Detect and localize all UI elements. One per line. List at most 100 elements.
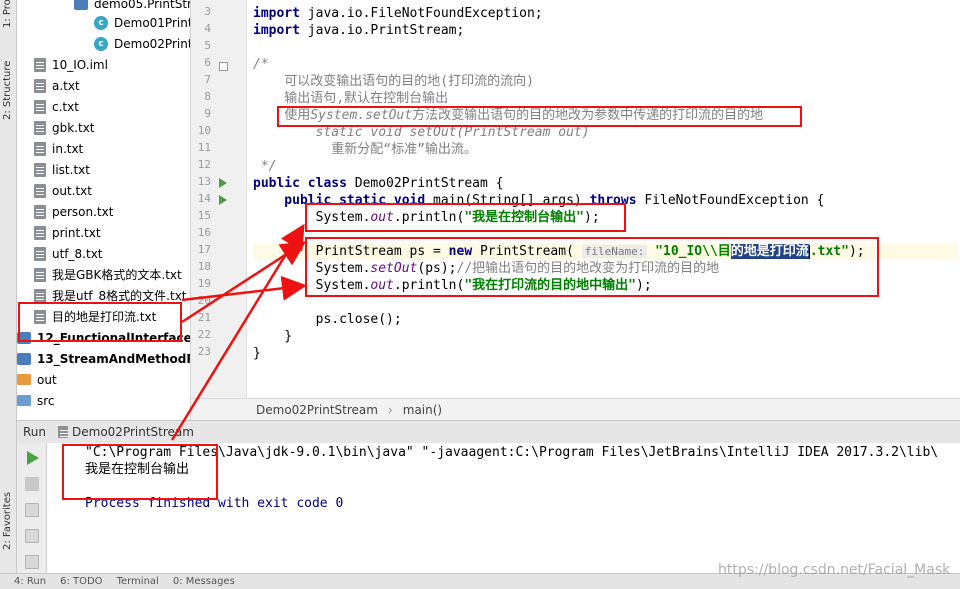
run-tool-button[interactable]: 4: Run bbox=[14, 576, 46, 587]
console-output-line: 我是在控制台输出 bbox=[85, 462, 190, 477]
file-icon bbox=[34, 141, 46, 156]
tree-item-module-13[interactable]: 13_StreamAndMethodRefe bbox=[17, 348, 190, 369]
terminal-tool-button[interactable]: Terminal bbox=[117, 576, 159, 587]
tree-item-a-txt[interactable]: a.txt bbox=[17, 75, 190, 96]
fold-toggle-icon[interactable] bbox=[219, 62, 228, 71]
tree-item-utf8-file[interactable]: 我是utf_8格式的文件.txt bbox=[17, 285, 190, 306]
left-tool-strip: 1: Project 2: Structure 2: Favorites bbox=[0, 0, 17, 589]
file-icon bbox=[34, 204, 46, 219]
code-line-10: static void setOut(PrintStream out) bbox=[253, 125, 590, 140]
line-number: 22 bbox=[197, 328, 211, 341]
line-number: 4 bbox=[204, 22, 211, 35]
line-number: 13 bbox=[197, 175, 211, 188]
code-line-9: 使用System.setOut方法改变输出语句的目的地改为参数中传递的打印流的目… bbox=[253, 108, 764, 123]
run-console[interactable]: "C:\Program Files\Java\jdk-9.0.1\bin\jav… bbox=[48, 443, 960, 573]
tree-item-person-txt[interactable]: person.txt bbox=[17, 201, 190, 222]
code-line-18: System.setOut(ps);//把输出语句的目的地改变为打印流的目的地 bbox=[253, 261, 720, 276]
run-class-icon[interactable] bbox=[219, 178, 227, 188]
code-line-22: } bbox=[253, 329, 293, 344]
rerun-icon[interactable] bbox=[27, 451, 39, 465]
console-exit-line: Process finished with exit code 0 bbox=[85, 496, 344, 511]
file-icon bbox=[34, 162, 46, 177]
tree-item-destination-file[interactable]: 目的地是打印流.txt bbox=[17, 306, 190, 327]
code-line-23: } bbox=[253, 346, 261, 361]
editor-breadcrumb: Demo02PrintStream › main() bbox=[191, 398, 960, 420]
code-line-21: ps.close(); bbox=[253, 312, 402, 327]
tree-item-list-txt[interactable]: list.txt bbox=[17, 159, 190, 180]
structure-tool-tab[interactable]: 2: Structure bbox=[0, 50, 17, 130]
tree-item-demo02[interactable]: cDemo02PrintS bbox=[17, 33, 190, 54]
run-config-tab[interactable]: Demo02PrintStream bbox=[54, 423, 198, 441]
module-icon bbox=[17, 331, 31, 344]
line-number: 8 bbox=[204, 90, 211, 103]
line-number: 6 bbox=[204, 56, 211, 69]
code-line-15: System.out.println("我是在控制台输出"); bbox=[253, 210, 600, 225]
code-line-17: PrintStream ps = new PrintStream( fileNa… bbox=[253, 243, 958, 260]
file-icon bbox=[34, 267, 46, 282]
code-line-11: 重新分配“标准”输出流。 bbox=[253, 142, 477, 157]
line-number: 10 bbox=[197, 124, 211, 137]
code-editor[interactable]: import java.io.FileNotFoundException; im… bbox=[248, 0, 960, 398]
tree-item-demo01[interactable]: cDemo01PrintS bbox=[17, 12, 190, 33]
code-line-4: import java.io.PrintStream; bbox=[253, 23, 465, 38]
favorites-tool-tab[interactable]: 2: Favorites bbox=[0, 480, 17, 560]
pause-icon[interactable] bbox=[25, 503, 39, 517]
tree-item-out-txt[interactable]: out.txt bbox=[17, 180, 190, 201]
module-icon bbox=[17, 352, 31, 365]
project-tool-tab[interactable]: 1: Project bbox=[0, 0, 17, 40]
folder-icon bbox=[17, 395, 31, 406]
code-line-13: public class Demo02PrintStream { bbox=[253, 176, 504, 191]
file-icon bbox=[34, 78, 46, 93]
tree-item-module-12[interactable]: 12_FunctionalInterface bbox=[17, 327, 190, 348]
breadcrumb-class[interactable]: Demo02PrintStream bbox=[256, 403, 378, 417]
file-icon bbox=[34, 57, 46, 72]
line-number: 20 bbox=[197, 294, 211, 307]
run-toolbar bbox=[17, 443, 47, 573]
todo-tool-button[interactable]: 6: TODO bbox=[60, 576, 102, 587]
code-line-3: import java.io.FileNotFoundException; bbox=[253, 6, 543, 21]
text-selection: 的地是打印流 bbox=[730, 244, 809, 259]
code-line-12: */ bbox=[253, 159, 277, 174]
file-icon bbox=[34, 183, 46, 198]
file-icon bbox=[34, 99, 46, 114]
line-number: 11 bbox=[197, 141, 211, 154]
tree-item-utf8-txt[interactable]: utf_8.txt bbox=[17, 243, 190, 264]
code-line-19: System.out.println("我在打印流的目的地中输出"); bbox=[253, 278, 652, 293]
messages-tool-button[interactable]: 0: Messages bbox=[173, 576, 235, 587]
code-line-6: /* bbox=[253, 57, 269, 72]
line-number: 5 bbox=[204, 39, 211, 52]
line-number: 15 bbox=[197, 209, 211, 222]
line-number: 3 bbox=[204, 5, 211, 18]
line-number: 18 bbox=[197, 260, 211, 273]
stop-icon[interactable] bbox=[25, 477, 39, 491]
parameter-hint: fileName: bbox=[581, 245, 648, 258]
file-icon bbox=[34, 309, 46, 324]
line-number: 19 bbox=[197, 277, 211, 290]
line-number: 14 bbox=[197, 192, 211, 205]
breadcrumb-method[interactable]: main() bbox=[403, 403, 442, 417]
tree-item-in-txt[interactable]: in.txt bbox=[17, 138, 190, 159]
tree-item-print-txt[interactable]: print.txt bbox=[17, 222, 190, 243]
file-icon bbox=[34, 246, 46, 261]
run-main-icon[interactable] bbox=[219, 195, 227, 205]
line-number: 17 bbox=[197, 243, 211, 256]
tree-item-iml[interactable]: 10_IO.iml bbox=[17, 54, 190, 75]
tree-item-gbk-text[interactable]: 我是GBK格式的文本.txt bbox=[17, 264, 190, 285]
restore-layout-icon[interactable] bbox=[25, 529, 39, 543]
package-icon bbox=[74, 0, 88, 10]
class-icon: c bbox=[94, 36, 108, 51]
line-number: 23 bbox=[197, 345, 211, 358]
line-number: 21 bbox=[197, 311, 211, 324]
file-icon bbox=[34, 120, 46, 135]
project-tree: demo05.PrintStre cDemo01PrintS cDemo02Pr… bbox=[17, 0, 191, 420]
tree-item-gbk-txt[interactable]: gbk.txt bbox=[17, 117, 190, 138]
code-line-8: 输出语句,默认在控制台输出 bbox=[253, 91, 449, 106]
tree-item-c-txt[interactable]: c.txt bbox=[17, 96, 190, 117]
file-icon bbox=[34, 225, 46, 240]
pin-icon[interactable] bbox=[25, 555, 39, 569]
run-panel-header: Run Demo02PrintStream bbox=[17, 420, 960, 443]
file-icon bbox=[34, 288, 46, 303]
code-line-14: public static void main(String[] args) t… bbox=[253, 193, 825, 208]
tree-item-src-folder[interactable]: src bbox=[17, 390, 190, 411]
tree-item-out-folder[interactable]: out bbox=[17, 369, 190, 390]
